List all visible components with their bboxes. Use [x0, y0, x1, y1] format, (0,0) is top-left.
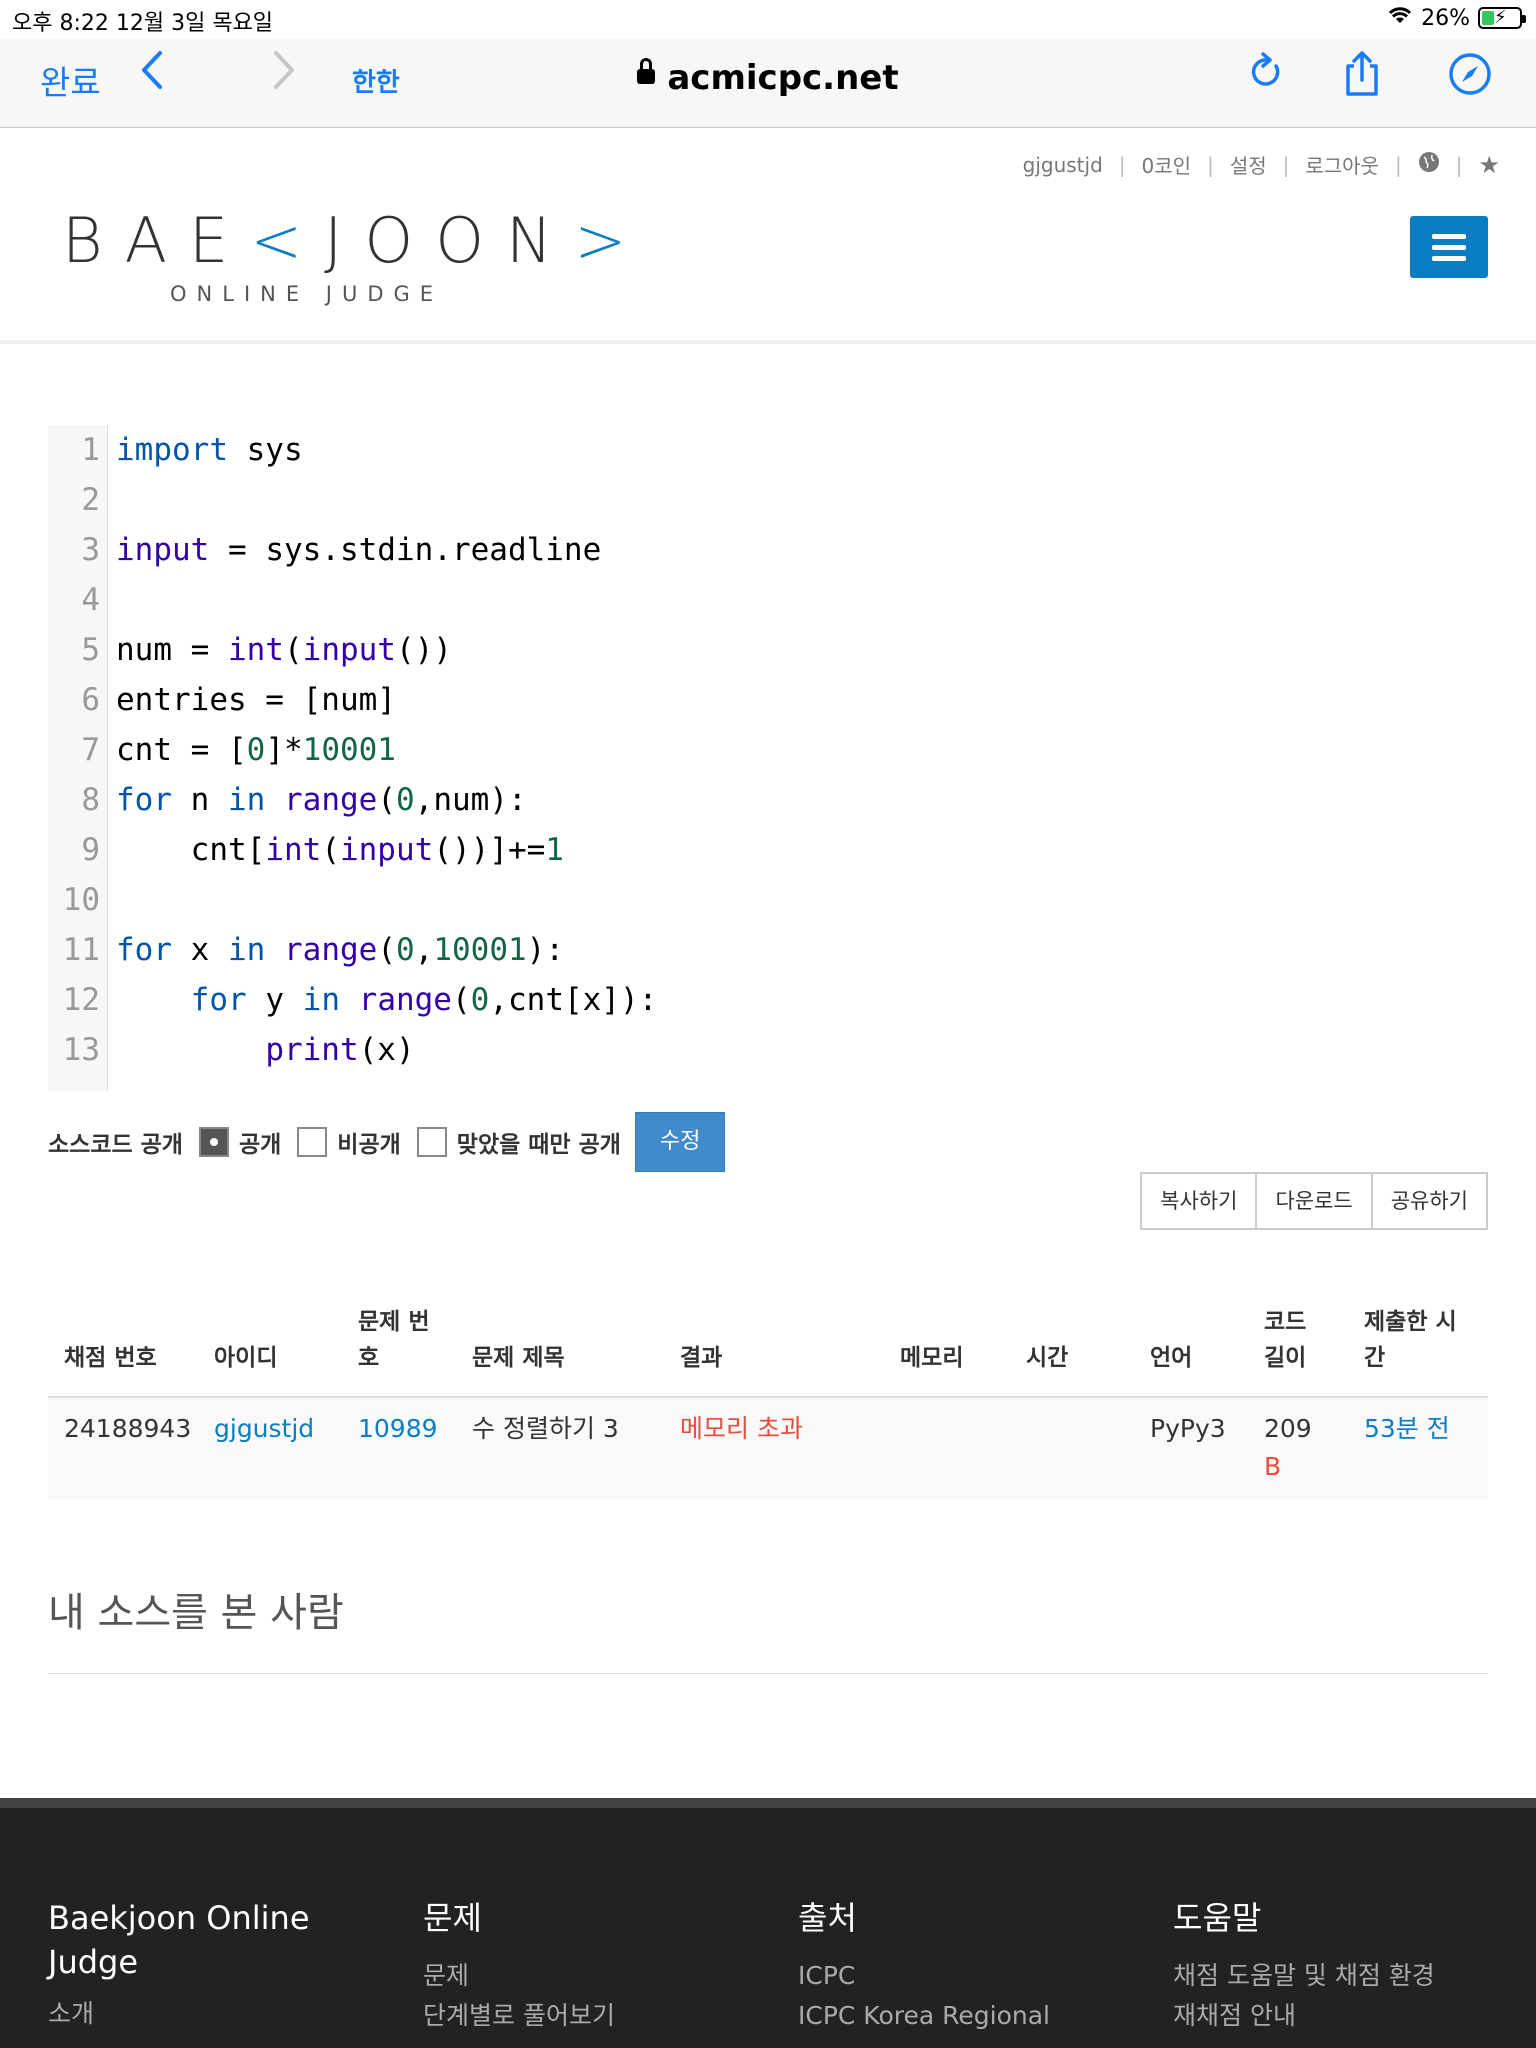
code-line: for n in range(0,num): [116, 782, 527, 818]
status-time: 오후 8:22 12월 3일 목요일 [12, 11, 274, 36]
line-number: 7 [81, 732, 100, 768]
code-line: num = int(input()) [116, 632, 452, 668]
line-number: 13 [62, 1032, 100, 1068]
line-number: 2 [81, 482, 100, 518]
line-number: 3 [81, 532, 100, 568]
url-text: acmicpc.net [667, 58, 899, 98]
address-bar[interactable]: acmicpc.net [0, 58, 1536, 98]
line-number: 4 [81, 582, 100, 618]
line-number: 5 [81, 632, 100, 668]
radio-private[interactable] [297, 1127, 328, 1157]
nav-settings[interactable]: 설정 [1230, 150, 1267, 179]
footer-col-problems: 문제 문제 단계별로 풀어보기 [423, 1896, 615, 2036]
nav-logout[interactable]: 로그아웃 [1305, 150, 1379, 179]
battery-percent: 26% [1421, 5, 1470, 31]
viewers-heading: 내 소스를 본 사람 [48, 1590, 344, 1636]
cell-submitted-time[interactable]: 53분 전 [1364, 1410, 1450, 1448]
header-language: 언어 [1150, 1345, 1193, 1371]
cell-problem-link[interactable]: 10989 [358, 1410, 438, 1448]
header-result: 결과 [680, 1345, 723, 1371]
copy-button[interactable]: 복사하기 [1140, 1172, 1258, 1230]
nav-username[interactable]: gjgustjd [1023, 153, 1103, 177]
line-number: 8 [81, 782, 100, 818]
code-line: entries = [num] [116, 682, 396, 718]
option-private-label: 비공개 [337, 1132, 401, 1158]
option-public-if-correct-label: 맞았을 때만 공개 [456, 1132, 621, 1158]
nav-coins[interactable]: 0코인 [1142, 150, 1192, 179]
footer-col-title: 출처 [798, 1899, 857, 1937]
code-line: print(x) [265, 1032, 415, 1068]
footer-col-title: 문제 [423, 1899, 482, 1937]
header-problem-title: 문제 제목 [472, 1345, 565, 1371]
code-line: for x in range(0,10001): [116, 932, 564, 968]
footer-link[interactable]: 소개 [48, 1994, 348, 2034]
section-divider [48, 1673, 1488, 1674]
site-footer: Baekjoon Online Judge 소개 문제 문제 단계별로 풀어보기… [0, 1808, 1536, 2048]
code-line: for y in range(0,cnt[x]): [190, 982, 658, 1018]
header-submission-id: 채점 번호 [64, 1345, 157, 1371]
footer-col-sources: 출처 ICPC ICPC Korea Regional [798, 1896, 1050, 2036]
line-number: 1 [81, 432, 100, 468]
logo-subtitle: ONLINE JUDGE [170, 282, 444, 306]
cell-code-length[interactable]: 209 B [1264, 1410, 1312, 1486]
code-actions: 복사하기 다운로드 공유하기 [1140, 1172, 1488, 1230]
code-line: import sys [116, 432, 303, 468]
user-nav: gjgustjd | 0코인 | 설정 | 로그아웃 | | ★ [1022, 150, 1500, 179]
download-button[interactable]: 다운로드 [1255, 1172, 1373, 1230]
cell-user-link[interactable]: gjgustjd [214, 1410, 314, 1448]
line-number: 9 [81, 832, 100, 868]
footer-col-help: 도움말 채점 도움말 및 채점 환경 재채점 안내 [1173, 1896, 1435, 2036]
code-line: input = sys.stdin.readline [116, 532, 602, 568]
table-row: 24188943 gjgustjd 10989 수 정렬하기 3 메모리 초과 … [48, 1396, 1488, 1500]
share-button[interactable]: 공유하기 [1370, 1172, 1488, 1230]
line-number: 11 [62, 932, 100, 968]
star-icon[interactable]: ★ [1478, 151, 1500, 179]
footer-link[interactable]: 문제 [423, 1956, 615, 1996]
line-number: 12 [62, 982, 100, 1018]
header-memory: 메모리 [900, 1345, 964, 1371]
lock-icon [637, 58, 656, 84]
header-divider [0, 340, 1536, 344]
footer-link[interactable]: ICPC Korea Regional [798, 1996, 1050, 2036]
reload-icon[interactable] [1248, 52, 1284, 96]
footer-col-about: Baekjoon Online Judge 소개 [48, 1896, 348, 2034]
line-number: 10 [62, 882, 100, 918]
compass-icon[interactable] [1448, 52, 1492, 100]
header-submitted-time: 제출한 시간 [1364, 1309, 1457, 1371]
cell-result: 메모리 초과 [680, 1414, 803, 1443]
visibility-label: 소스코드 공개 [48, 1132, 183, 1158]
share-icon[interactable] [1342, 50, 1382, 102]
header-user: 아이디 [214, 1345, 278, 1371]
footer-link[interactable]: 단계별로 풀어보기 [423, 1996, 615, 2036]
footer-col-title: 도움말 [1173, 1899, 1262, 1937]
globe-icon[interactable] [1418, 151, 1440, 178]
line-number: 6 [81, 682, 100, 718]
battery-icon: ⚡ [1478, 7, 1526, 29]
option-public-label: 공개 [238, 1132, 282, 1158]
code-viewer[interactable]: 1 import sys 2 3 input = sys.stdin.readlin… [48, 425, 1488, 1091]
code-line: cnt[int(input())]+=1 [116, 832, 564, 868]
footer-link[interactable]: ICPC [798, 1956, 1050, 1996]
radio-public[interactable] [198, 1127, 229, 1157]
footer-border [0, 1798, 1536, 1808]
cell-problem-title: 수 정렬하기 3 [472, 1414, 619, 1443]
cell-language: PyPy3 [1150, 1414, 1226, 1443]
header-problem-number: 문제 번호 [358, 1309, 430, 1371]
site-logo[interactable]: BAE<JOON> ONLINE JUDGE [62, 210, 648, 307]
header-code-length: 코드 길이 [1264, 1309, 1307, 1371]
footer-link[interactable]: 재채점 안내 [1173, 1996, 1435, 2036]
edit-visibility-button[interactable]: 수정 [634, 1112, 726, 1172]
cell-submission-id: 24188943 [64, 1414, 192, 1443]
code-line: cnt = [0]*10001 [116, 732, 396, 768]
wifi-icon [1387, 5, 1413, 31]
source-visibility-form: 소스코드 공개 공개 비공개 맞았을 때만 공개 수정 [48, 1112, 726, 1172]
footer-col-title: Baekjoon Online Judge [48, 1899, 310, 1981]
status-bar: 오후 8:22 12월 3일 목요일 26% ⚡ [0, 0, 1536, 38]
menu-button[interactable] [1410, 216, 1488, 278]
header-time: 시간 [1026, 1345, 1069, 1371]
radio-public-if-correct[interactable] [416, 1127, 447, 1157]
browser-toolbar: 완료 한한 acmicpc.net [0, 38, 1536, 128]
footer-link[interactable]: 채점 도움말 및 채점 환경 [1173, 1956, 1435, 1996]
